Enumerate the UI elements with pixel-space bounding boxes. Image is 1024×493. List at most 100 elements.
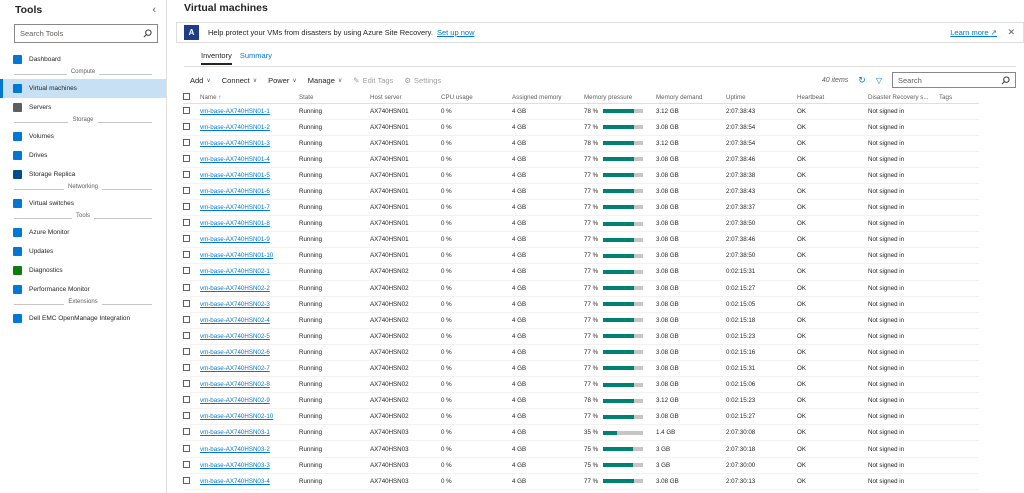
row-checkbox-cell[interactable] [183,328,200,345]
vm-name-link[interactable]: vm-base-AX740HSN01-6 [200,188,270,195]
edit-tags-button[interactable]: ✎ Edit Tags [353,76,393,85]
table-row[interactable]: vm-base-AX740HSN01-9 Running AX740HSN01 0 %… [183,231,979,249]
table-row[interactable]: vm-base-AX740HSN03-3 Running AX740HSN03 0 %… [183,457,979,474]
column-header[interactable]: Memory demand [656,92,726,104]
table-row[interactable]: vm-base-AX740HSN01-10 Running AX740HSN01 0 … [183,247,979,265]
row-checkbox-cell[interactable] [183,183,200,201]
row-checkbox-cell[interactable] [183,392,200,410]
vm-name-link[interactable]: vm-base-AX740HSN02-8 [200,381,270,388]
row-checkbox-cell[interactable] [183,312,200,329]
row-checkbox[interactable] [183,412,190,420]
row-checkbox[interactable] [183,428,190,436]
row-checkbox-cell[interactable] [183,247,200,265]
vm-name-link[interactable]: vm-base-AX740HSN02-10 [200,413,273,420]
add-button[interactable]: Add ∨ [190,76,211,85]
row-checkbox[interactable] [183,154,190,162]
learn-more-link[interactable]: Learn more ↗ [950,28,997,37]
vm-name-link[interactable]: vm-base-AX740HSN02-7 [200,365,270,372]
table-row[interactable]: vm-base-AX740HSN01-6 Running AX740HSN01 0 %… [183,183,979,201]
row-checkbox[interactable] [183,235,190,243]
column-header[interactable]: State [299,92,370,104]
tab-summary[interactable]: Summary [240,51,272,65]
row-checkbox-cell[interactable] [183,151,200,168]
table-row[interactable]: vm-base-AX740HSN01-8 Running AX740HSN01 0 %… [183,215,979,233]
vm-name-link[interactable]: vm-base-AX740HSN02-2 [200,285,270,292]
table-row[interactable]: vm-base-AX740HSN03-2 Running AX740HSN03 0 %… [183,440,979,458]
row-checkbox[interactable] [183,460,190,468]
row-checkbox-cell[interactable] [183,376,200,394]
table-row[interactable]: vm-base-AX740HSN02-2 Running AX740HSN02 0 %… [183,280,979,297]
row-checkbox[interactable] [183,122,190,130]
column-header[interactable]: Uptime [726,92,797,104]
column-header[interactable]: Assigned memory [512,92,584,104]
column-header[interactable]: Tags [939,92,979,104]
row-checkbox[interactable] [183,267,190,275]
row-checkbox-cell[interactable] [183,167,200,184]
close-banner-icon[interactable]: ✕ [1007,27,1015,38]
row-checkbox[interactable] [183,203,190,211]
vm-name-link[interactable]: vm-base-AX740HSN02-4 [200,317,270,324]
row-checkbox[interactable] [183,219,190,227]
row-checkbox-cell[interactable] [183,215,200,233]
vm-name-link[interactable]: vm-base-AX740HSN01-8 [200,220,270,227]
sidebar-item-updates[interactable]: Updates [0,242,166,261]
sidebar-item-performance-monitor[interactable]: Performance Monitor [0,280,166,299]
manage-button[interactable]: Manage ∨ [308,76,343,85]
filter-icon[interactable]: ▽ [876,76,882,85]
vm-name-link[interactable]: vm-base-AX740HSN02-9 [200,397,270,404]
row-checkbox-cell[interactable] [183,231,200,249]
table-row[interactable]: vm-base-AX740HSN02-7 Running AX740HSN02 0 %… [183,360,979,378]
sidebar-item-servers[interactable]: Servers [0,98,166,117]
sidebar-item-dashboard[interactable]: Dashboard [0,50,166,69]
settings-button[interactable]: ⚙ Settings [404,76,441,85]
column-header[interactable]: Disaster Recovery s... [868,92,939,104]
row-checkbox-cell[interactable] [183,263,200,281]
column-header[interactable]: Name ↑ [200,92,299,104]
row-checkbox[interactable] [183,251,190,259]
row-checkbox[interactable] [183,187,190,195]
table-row[interactable]: vm-base-AX740HSN01-4 Running AX740HSN01 0 %… [183,151,979,168]
row-checkbox-cell[interactable] [183,280,200,297]
table-row[interactable]: vm-base-AX740HSN02-8 Running AX740HSN02 0 %… [183,376,979,394]
row-checkbox[interactable] [183,138,190,146]
tools-search-input[interactable]: Search Tools [14,24,158,43]
row-checkbox[interactable] [183,170,190,178]
vm-name-link[interactable]: vm-base-AX740HSN01-3 [200,140,270,147]
row-checkbox-cell[interactable] [183,440,200,458]
table-row[interactable]: vm-base-AX740HSN01-1 Running AX740HSN01 0 %… [183,103,979,120]
sidebar-item-drives[interactable]: Drives [0,146,166,165]
table-row[interactable]: vm-base-AX740HSN02-1 Running AX740HSN02 0 %… [183,263,979,281]
vm-name-link[interactable]: vm-base-AX740HSN01-5 [200,172,270,179]
column-header[interactable]: CPU usage [441,92,512,104]
row-checkbox-cell[interactable] [183,473,200,490]
table-row[interactable]: vm-base-AX740HSN02-3 Running AX740HSN02 0 %… [183,296,979,313]
sidebar-item-azure-monitor[interactable]: Azure Monitor [0,223,166,242]
table-row[interactable]: vm-base-AX740HSN01-5 Running AX740HSN01 0 %… [183,167,979,184]
row-checkbox-cell[interactable] [183,457,200,474]
vm-name-link[interactable]: vm-base-AX740HSN01-2 [200,124,270,131]
row-checkbox-cell[interactable] [183,103,200,120]
table-row[interactable]: vm-base-AX740HSN03-4 Running AX740HSN03 0 %… [183,473,979,490]
select-all-checkbox[interactable] [183,92,200,104]
vm-name-link[interactable]: vm-base-AX740HSN02-1 [200,268,270,275]
row-checkbox[interactable] [183,476,190,484]
refresh-icon[interactable]: ↻ [858,75,866,86]
table-row[interactable]: vm-base-AX740HSN01-2 Running AX740HSN01 0 %… [183,119,979,136]
table-row[interactable]: vm-base-AX740HSN02-10 Running AX740HSN02 0 … [183,408,979,426]
row-checkbox[interactable] [183,364,190,372]
row-checkbox-cell[interactable] [183,424,200,442]
table-row[interactable]: vm-base-AX740HSN02-4 Running AX740HSN02 0 %… [183,312,979,329]
row-checkbox[interactable] [183,315,190,323]
column-header[interactable]: Heartbeat [797,92,868,104]
row-checkbox[interactable] [183,396,190,404]
vm-name-link[interactable]: vm-base-AX740HSN03-4 [200,478,270,485]
vm-name-link[interactable]: vm-base-AX740HSN03-1 [200,429,270,436]
row-checkbox-cell[interactable] [183,360,200,378]
vm-name-link[interactable]: vm-base-AX740HSN02-3 [200,301,270,308]
setup-now-link[interactable]: Set up now [437,28,475,37]
checkbox[interactable] [183,92,190,100]
collapse-sidebar-icon[interactable]: ‹ [152,4,156,16]
table-row[interactable]: vm-base-AX740HSN02-9 Running AX740HSN02 0 %… [183,392,979,410]
table-row[interactable]: vm-base-AX740HSN03-1 Running AX740HSN03 0 %… [183,424,979,442]
vm-search-input[interactable]: Search [892,72,1016,88]
